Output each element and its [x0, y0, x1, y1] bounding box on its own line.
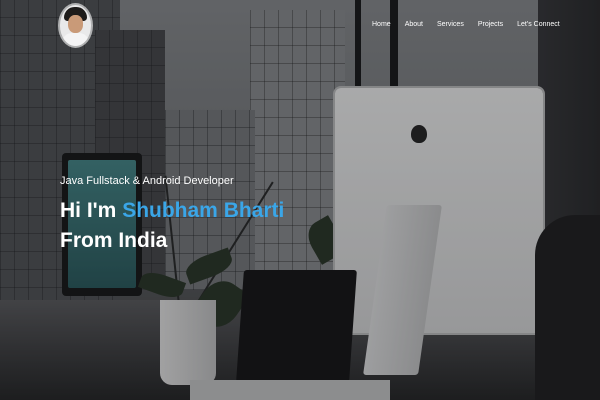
headline-line-2: From India [60, 229, 168, 252]
main-nav: Home About Services Projects Let's Conne… [372, 21, 560, 28]
nav-about[interactable]: About [405, 21, 423, 28]
hero-headline: Hi I'm Shubham Bharti From India [60, 196, 284, 256]
hero-text: Java Fullstack & Android Developer Hi I'… [60, 175, 284, 256]
headline-line-1: Hi I'm Shubham Bharti [60, 196, 284, 226]
nav-services[interactable]: Services [437, 21, 464, 28]
nav-projects[interactable]: Projects [478, 21, 503, 28]
profile-avatar[interactable] [60, 5, 91, 46]
greeting-text: Hi I'm [60, 199, 117, 222]
hero-subtitle: Java Fullstack & Android Developer [60, 175, 234, 187]
nav-lets-connect[interactable]: Let's Connect [517, 21, 560, 28]
hero-name: Shubham Bharti [122, 199, 285, 222]
nav-home[interactable]: Home [372, 21, 391, 28]
